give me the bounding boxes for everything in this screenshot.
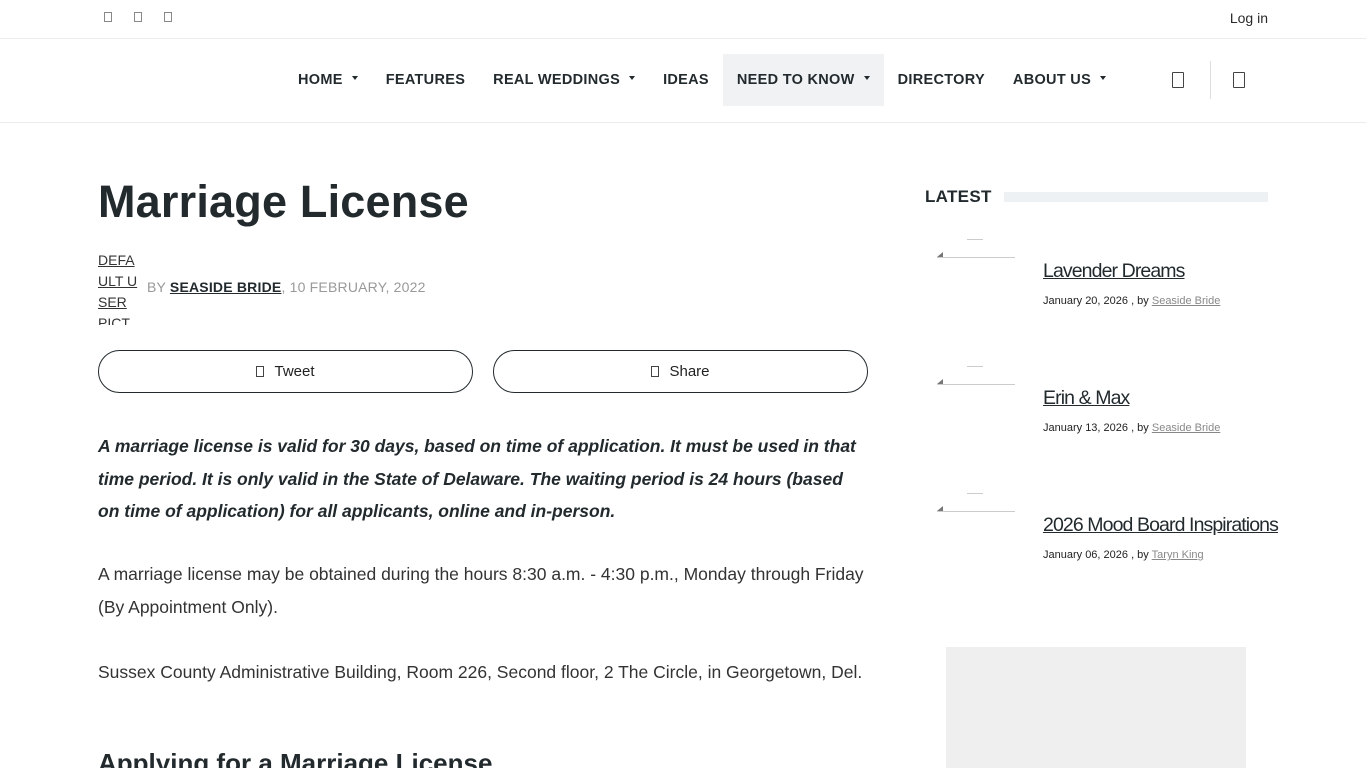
social-links — [104, 12, 172, 22]
nav-item-label: NEED TO KNOW — [736, 72, 855, 88]
sidebar-heading: LATEST — [925, 187, 992, 206]
ad-placeholder — [946, 647, 1246, 768]
sidebar-heading-rule — [1004, 192, 1268, 202]
article-paragraph: Sussex County Administrative Building, R… — [98, 662, 863, 682]
instagram-icon[interactable] — [134, 12, 142, 22]
post-meta: January 13, 2026 , by Seaside Bride — [1043, 422, 1220, 434]
share-button[interactable]: Share — [493, 350, 868, 393]
post-thumbnail[interactable] — [937, 366, 1015, 386]
broken-image-icon — [937, 252, 943, 257]
post-meta: January 20, 2026 , by Seaside Bride — [1043, 295, 1220, 307]
caret-down-icon — [629, 76, 636, 80]
post-author-link[interactable]: Taryn King — [1152, 549, 1204, 561]
nav-item-ideas[interactable]: IDEAS — [649, 54, 723, 106]
section-heading: Applying for a Marriage License — [98, 748, 493, 768]
twitter-icon — [256, 366, 265, 377]
nav-item-features[interactable]: FEATURES — [372, 54, 479, 106]
top-bar: Log in — [0, 0, 1366, 39]
nav-item-label: FEATURES — [385, 72, 466, 88]
article-lead: A marriage license is valid for 30 days,… — [98, 436, 856, 521]
publish-date: , 10 FEBRUARY, 2022 — [281, 279, 426, 295]
post-meta: January 06, 2026 , by Taryn King — [1043, 549, 1204, 561]
avatar-alt-text: DEFAULT USER PICTURE — [98, 252, 138, 325]
caret-down-icon — [1100, 76, 1107, 80]
post-date: January 20, 2026 — [1043, 295, 1129, 307]
tweet-button-label: Tweet — [274, 363, 315, 380]
post-title-link[interactable]: Lavender Dreams — [1043, 260, 1185, 283]
article-byline: BY SEASIDE BRIDE, 10 FEBRUARY, 2022 — [147, 279, 426, 295]
nav-icons — [1172, 61, 1245, 99]
nav-item-need-to-know[interactable]: NEED TO KNOW — [722, 54, 884, 106]
nav-item-directory[interactable]: DIRECTORY — [884, 54, 999, 106]
nav-divider — [1210, 61, 1211, 99]
facebook-icon[interactable] — [104, 12, 112, 22]
post-author-link[interactable]: Seaside Bride — [1152, 422, 1221, 434]
pinterest-icon[interactable] — [164, 12, 172, 22]
nav-item-label: REAL WEDDINGS — [493, 72, 621, 88]
main-navbar: HOME FEATURES REAL WEDDINGS IDEAS NEED T… — [0, 39, 1366, 123]
nav-item-label: DIRECTORY — [897, 72, 985, 88]
nav-item-label: IDEAS — [663, 72, 709, 88]
login-link[interactable]: Log in — [1230, 10, 1268, 26]
facebook-icon — [651, 366, 660, 377]
search-icon[interactable] — [1172, 72, 1184, 88]
byline-prefix: BY — [147, 279, 166, 295]
caret-down-icon — [351, 76, 358, 80]
post-date: January 06, 2026 — [1043, 549, 1129, 561]
article-paragraph: A marriage license may be obtained durin… — [98, 564, 864, 617]
page-title: Marriage License — [98, 176, 469, 227]
post-by: , by — [1128, 295, 1152, 307]
author-link[interactable]: SEASIDE BRIDE — [170, 279, 282, 295]
nav-item-about-us[interactable]: ABOUT US — [999, 54, 1120, 106]
post-title-link[interactable]: Erin & Max — [1043, 387, 1130, 410]
post-by: , by — [1128, 422, 1152, 434]
share-button-label: Share — [669, 363, 710, 380]
broken-image-icon — [937, 379, 943, 384]
post-title-link[interactable]: 2026 Mood Board Inspirations — [1043, 514, 1279, 537]
author-avatar[interactable]: DEFAULT USER PICTURE — [98, 250, 138, 325]
nav-item-real-weddings[interactable]: REAL WEDDINGS — [479, 54, 649, 106]
tweet-button[interactable]: Tweet — [98, 350, 473, 393]
caret-down-icon — [863, 76, 870, 80]
nav-item-label: ABOUT US — [1012, 72, 1092, 88]
post-date: January 13, 2026 — [1043, 422, 1129, 434]
bag-icon[interactable] — [1233, 72, 1245, 88]
post-thumbnail[interactable] — [937, 239, 1015, 259]
post-author-link[interactable]: Seaside Bride — [1152, 295, 1221, 307]
nav-item-home[interactable]: HOME — [284, 54, 372, 106]
main-nav: HOME FEATURES REAL WEDDINGS IDEAS NEED T… — [284, 54, 1120, 106]
broken-image-icon — [937, 506, 943, 511]
nav-item-label: HOME — [298, 72, 343, 88]
post-by: , by — [1128, 549, 1152, 561]
post-thumbnail[interactable] — [937, 493, 1015, 513]
